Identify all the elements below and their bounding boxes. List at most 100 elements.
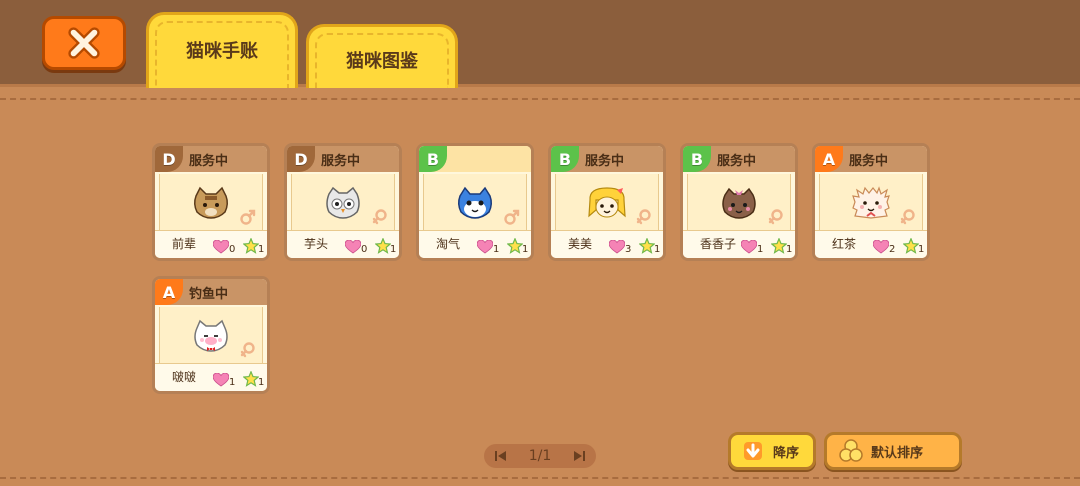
star-count: 1 [918, 244, 925, 255]
page-indicator: 1/1 [528, 448, 552, 464]
cat-portrait [191, 319, 231, 353]
cat-name: 淘气 [436, 237, 461, 251]
cat-portrait [851, 186, 891, 220]
star-icon [242, 237, 260, 254]
cat-name: 啵啵 [172, 370, 197, 384]
heart-icon [608, 239, 626, 254]
heart-count: 1 [757, 244, 764, 255]
gender-icon [239, 341, 257, 359]
star-icon [902, 237, 920, 254]
heart-count: 1 [493, 244, 500, 255]
sort-descending-label: 降序 [773, 445, 800, 461]
heart-icon [740, 239, 758, 254]
gender-icon [239, 208, 257, 226]
heart-icon [212, 239, 230, 254]
star-count: 1 [522, 244, 529, 255]
sort-default-button[interactable]: 默认排序 [824, 432, 962, 470]
gender-icon [503, 208, 521, 226]
cat-portrait [191, 186, 231, 220]
star-count: 1 [390, 244, 397, 255]
cat-name: 前辈 [172, 237, 197, 251]
star-icon [638, 237, 656, 254]
gender-icon [767, 208, 785, 226]
cat-portrait [719, 186, 759, 220]
star-count: 1 [654, 244, 661, 255]
heart-icon [212, 372, 230, 387]
star-icon [638, 237, 656, 254]
cat-portrait [587, 186, 627, 220]
female-icon [372, 209, 387, 225]
cat-card[interactable]: A 服务中 红茶 2 1 [812, 143, 930, 261]
stitch-line-top [0, 98, 1080, 100]
cat-card[interactable]: B 服务中 香香子 1 1 [680, 143, 798, 261]
star-count: 1 [786, 244, 793, 255]
close-button[interactable] [42, 16, 126, 70]
status-label: 服务中 [321, 154, 361, 169]
sort-default-label: 默认排序 [871, 445, 924, 461]
heart-count: 2 [889, 244, 896, 255]
cat-portrait [323, 186, 363, 220]
female-icon [900, 209, 915, 225]
cat-portrait [455, 186, 495, 220]
cat-card[interactable]: D 服务中 前辈 0 1 [152, 143, 270, 261]
star-icon [506, 237, 524, 254]
star-icon [770, 237, 788, 254]
heart-icon [212, 372, 230, 387]
tab-label: 猫咪图鉴 [346, 51, 418, 72]
cat-card[interactable]: D 服务中 芋头 0 1 [284, 143, 402, 261]
star-icon [902, 237, 920, 254]
tab-cat-encyclopedia[interactable]: 猫咪图鉴 [306, 24, 458, 88]
star-icon [242, 370, 260, 387]
status-label: 服务中 [585, 154, 625, 169]
heart-icon [740, 239, 758, 254]
star-icon [770, 237, 788, 254]
pagination: 1/1 [484, 444, 596, 468]
heart-count: 0 [229, 244, 236, 255]
status-label: 钓鱼中 [189, 287, 229, 302]
heart-icon [344, 239, 362, 254]
female-icon [636, 209, 651, 225]
heart-icon [872, 239, 890, 254]
heart-icon [476, 239, 494, 254]
status-label: 服务中 [717, 154, 757, 169]
heart-icon [608, 239, 626, 254]
star-icon [374, 237, 392, 254]
star-icon [506, 237, 524, 254]
cat-name: 红茶 [832, 237, 857, 251]
close-icon [68, 27, 100, 59]
star-icon [242, 237, 260, 254]
heart-icon [212, 239, 230, 254]
coins-icon [839, 439, 863, 462]
cat-name: 美美 [568, 237, 593, 251]
heart-count: 0 [361, 244, 368, 255]
gender-icon [371, 208, 389, 226]
star-count: 1 [258, 377, 265, 388]
stitch-line-bottom [0, 477, 1080, 479]
cat-card[interactable]: A 钓鱼中 啵啵 1 1 [152, 276, 270, 394]
heart-icon [344, 239, 362, 254]
heart-count: 1 [229, 377, 236, 388]
female-icon [768, 209, 783, 225]
star-count: 1 [258, 244, 265, 255]
tab-label: 猫咪手账 [186, 41, 258, 62]
cat-name: 香香子 [700, 237, 737, 251]
star-icon [242, 370, 260, 387]
heart-count: 3 [625, 244, 632, 255]
cat-card[interactable]: B 服务中 美美 3 1 [548, 143, 666, 261]
gender-icon [899, 208, 917, 226]
heart-icon [872, 239, 890, 254]
down-arrow-icon [744, 442, 762, 460]
male-icon [240, 209, 256, 225]
male-icon [504, 209, 520, 225]
heart-icon [476, 239, 494, 254]
status-label: 服务中 [189, 154, 229, 169]
first-page-icon[interactable] [494, 449, 508, 463]
cat-card[interactable]: B 淘气 1 1 [416, 143, 534, 261]
star-icon [374, 237, 392, 254]
last-page-icon[interactable] [572, 449, 586, 463]
gender-icon [635, 208, 653, 226]
status-label: 服务中 [849, 154, 889, 169]
cat-name: 芋头 [304, 237, 329, 251]
sort-descending-button[interactable]: 降序 [728, 432, 816, 470]
tab-cat-handbook[interactable]: 猫咪手账 [146, 12, 298, 88]
